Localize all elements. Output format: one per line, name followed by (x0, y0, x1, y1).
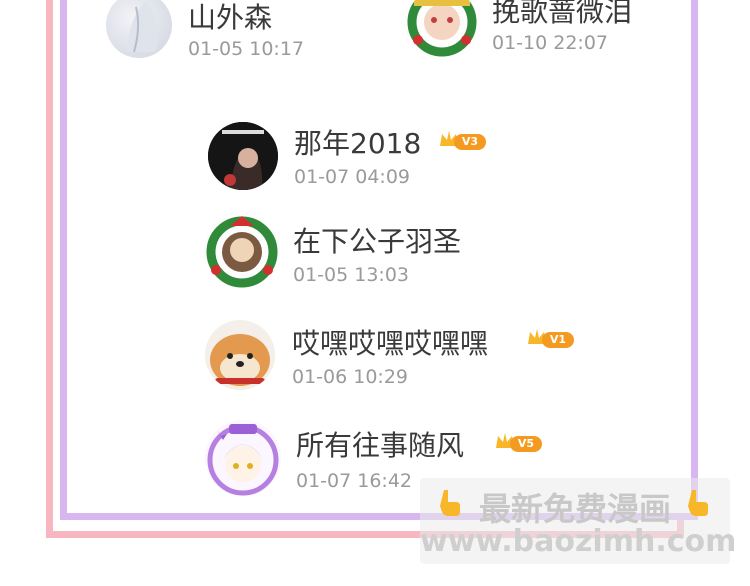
comment-time: 01-06 10:29 (292, 366, 409, 388)
comment-time: 01-05 13:03 (293, 264, 410, 286)
username[interactable]: 在下公子羽圣 (293, 220, 461, 260)
christmas-wreath-avatar[interactable] (204, 212, 280, 288)
vip-level: V5 (510, 436, 542, 452)
comment-time: 01-10 22:07 (492, 32, 609, 54)
watermark: 最新免费漫画 www.baozimh.com (420, 478, 737, 564)
comment-time: 01-05 10:17 (188, 38, 305, 60)
vip-level: V3 (454, 134, 486, 150)
pointing-hand-icon (688, 490, 708, 516)
comment-time: 01-07 16:42 (296, 470, 413, 492)
username[interactable]: 哎嘿哎嘿哎嘿嘿 (292, 322, 488, 362)
anime-girl-avatar[interactable] (205, 420, 281, 496)
username[interactable]: 那年2018 (294, 122, 421, 162)
username[interactable]: 挽歌蔷微泪 (492, 0, 632, 30)
watermark-url: www.baozimh.com (420, 524, 737, 559)
dark-portrait-avatar[interactable] (208, 122, 278, 190)
vip-badge: V5 (494, 430, 544, 456)
comment-time: 01-07 04:09 (294, 166, 411, 188)
username[interactable]: 山外森 (188, 0, 272, 36)
vip-level: V1 (542, 332, 574, 348)
vip-badge: V3 (438, 128, 488, 154)
vip-badge: V1 (526, 326, 576, 352)
username[interactable]: 所有往事随风 (296, 424, 464, 464)
shiba-dog-avatar[interactable] (205, 320, 275, 390)
